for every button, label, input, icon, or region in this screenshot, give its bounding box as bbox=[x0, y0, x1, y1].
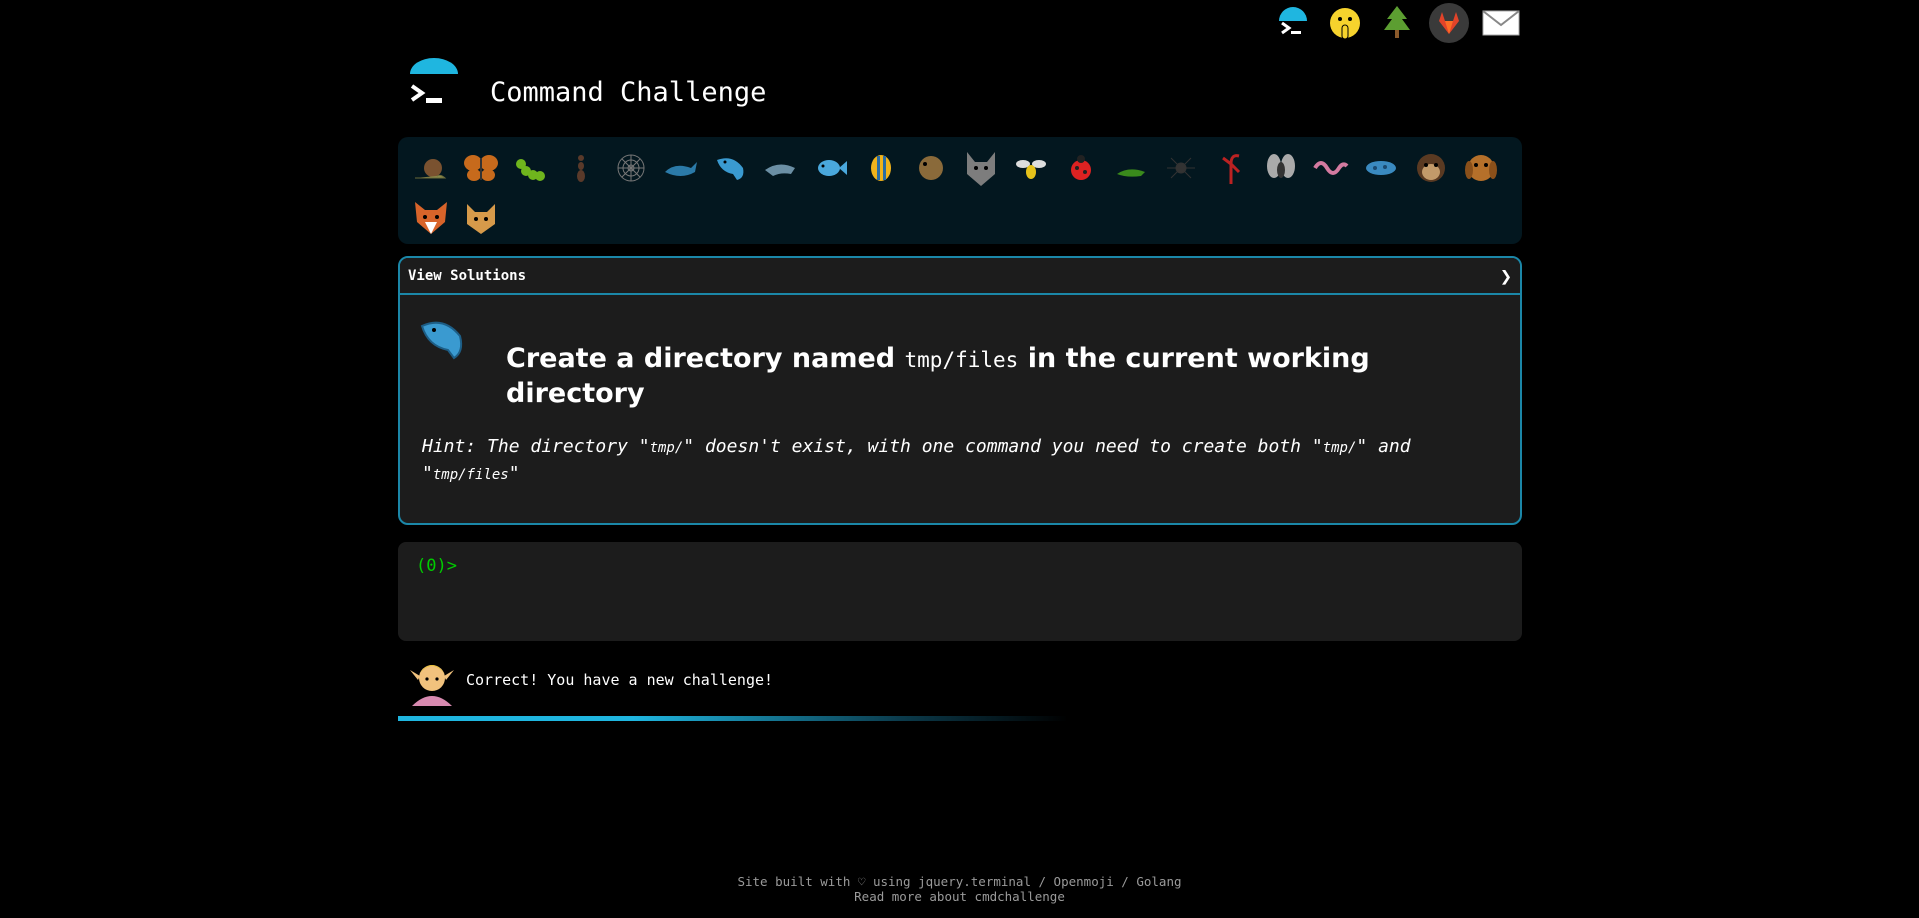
monkey-icon[interactable] bbox=[1406, 143, 1456, 193]
spouting-whale-icon[interactable] bbox=[706, 143, 756, 193]
footer-credits: Site built with ♡ using jquery.terminal … bbox=[737, 874, 1182, 889]
dolphin-icon[interactable] bbox=[756, 143, 806, 193]
ladybug-icon[interactable] bbox=[1056, 143, 1106, 193]
about-link[interactable]: Read more about cmdchallenge bbox=[854, 889, 1065, 904]
feedback-message: Correct! You have a new challenge! bbox=[406, 652, 773, 708]
feedback-text: Correct! You have a new challenge! bbox=[466, 671, 774, 689]
terminal-icon[interactable] bbox=[1272, 2, 1314, 44]
footer: Site built with ♡ using jquery.terminal … bbox=[0, 874, 1919, 904]
top-nav bbox=[1272, 2, 1522, 44]
blowfish-icon[interactable] bbox=[906, 143, 956, 193]
challenge-title-code: tmp/files bbox=[904, 348, 1019, 372]
cat-icon[interactable] bbox=[456, 193, 506, 243]
dog-icon[interactable] bbox=[1456, 143, 1506, 193]
challenge-progress-icons bbox=[398, 137, 1522, 244]
bee-icon[interactable] bbox=[1006, 143, 1056, 193]
snail-icon[interactable] bbox=[406, 143, 456, 193]
fish-icon[interactable] bbox=[806, 143, 856, 193]
terminal-prompt: (0)> bbox=[416, 556, 457, 576]
view-solutions-toggle[interactable]: View Solutions ❯ bbox=[400, 258, 1520, 295]
terminal-input[interactable]: (0)> bbox=[398, 542, 1522, 641]
page-title: Command Challenge bbox=[490, 76, 767, 108]
wolf-icon[interactable] bbox=[956, 143, 1006, 193]
scorpion-icon[interactable] bbox=[1206, 143, 1256, 193]
view-solutions-label: View Solutions bbox=[408, 267, 527, 284]
fly-icon[interactable] bbox=[1256, 143, 1306, 193]
fox-icon[interactable] bbox=[406, 193, 456, 243]
header: Command Challenge bbox=[404, 58, 766, 118]
challenge-hint: Hint: The directory "tmp/" doesn't exist… bbox=[422, 436, 1411, 484]
envelope-icon[interactable] bbox=[1480, 2, 1522, 44]
ant-icon[interactable] bbox=[556, 143, 606, 193]
cricket-icon[interactable] bbox=[1106, 143, 1156, 193]
challenge-panel: View Solutions ❯ Create a directory name… bbox=[398, 256, 1522, 525]
gitlab-icon[interactable] bbox=[1428, 2, 1470, 44]
terminal-logo-icon[interactable] bbox=[404, 58, 464, 118]
challenge-title: Create a directory named tmp/files in th… bbox=[506, 343, 1370, 409]
spider-icon[interactable] bbox=[1156, 143, 1206, 193]
worm-icon[interactable] bbox=[1306, 143, 1356, 193]
chevron-right-icon: ❯ bbox=[1499, 263, 1512, 288]
progress-bar bbox=[398, 716, 1068, 721]
microbe-icon[interactable] bbox=[1356, 143, 1406, 193]
elf-icon bbox=[410, 665, 454, 706]
whale-icon[interactable] bbox=[656, 143, 706, 193]
tropical-fish-icon[interactable] bbox=[856, 143, 906, 193]
shush-face-icon[interactable] bbox=[1324, 2, 1366, 44]
spouting-whale-icon bbox=[420, 321, 463, 360]
evergreen-tree-icon[interactable] bbox=[1376, 2, 1418, 44]
caterpillar-icon[interactable] bbox=[506, 143, 556, 193]
web-icon[interactable] bbox=[606, 143, 656, 193]
butterfly-icon[interactable] bbox=[456, 143, 506, 193]
